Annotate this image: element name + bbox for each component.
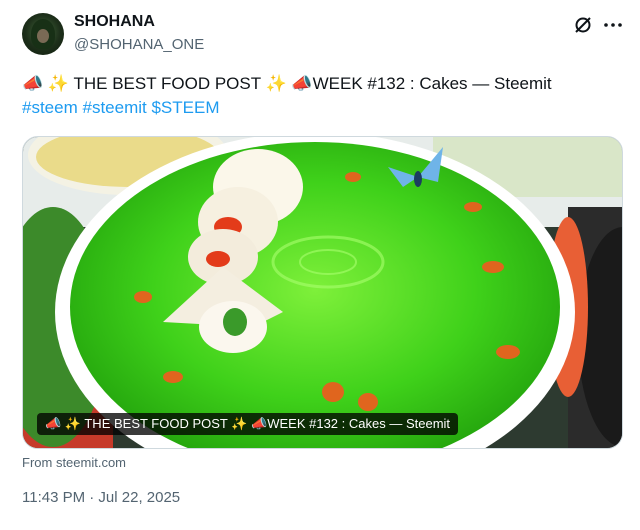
tweet-text: 📣 ✨ THE BEST FOOD POST ✨ 📣WEEK #132 : Ca… (22, 72, 622, 120)
tweet-hashtags: #steem #steemit $STEEM (22, 96, 622, 120)
tweet-line: 📣 ✨ THE BEST FOOD POST ✨ 📣WEEK #132 : Ca… (22, 74, 552, 93)
card-title-overlay: 📣 ✨ THE BEST FOOD POST ✨ 📣WEEK #132 : Ca… (37, 413, 459, 435)
link-card-image[interactable]: 📣 ✨ THE BEST FOOD POST ✨ 📣WEEK #132 : Ca… (22, 136, 623, 449)
hashtag-steemit[interactable]: #steemit (82, 98, 146, 117)
avatar-face (37, 29, 49, 43)
author-avatar[interactable] (22, 13, 64, 55)
cashtag-steem[interactable]: $STEEM (151, 98, 219, 117)
card-source[interactable]: From steemit.com (22, 455, 126, 470)
hashtag-steem[interactable]: #steem (22, 98, 78, 117)
tweet-timestamp[interactable]: 11:43 PM · Jul 22, 2025 (22, 489, 180, 506)
author-handle[interactable]: @SHOHANA_ONE (74, 36, 204, 53)
more-icon[interactable] (602, 14, 624, 36)
author-name[interactable]: SHOHANA (74, 13, 155, 31)
grok-icon[interactable] (572, 14, 594, 36)
cake-photo (23, 137, 622, 448)
